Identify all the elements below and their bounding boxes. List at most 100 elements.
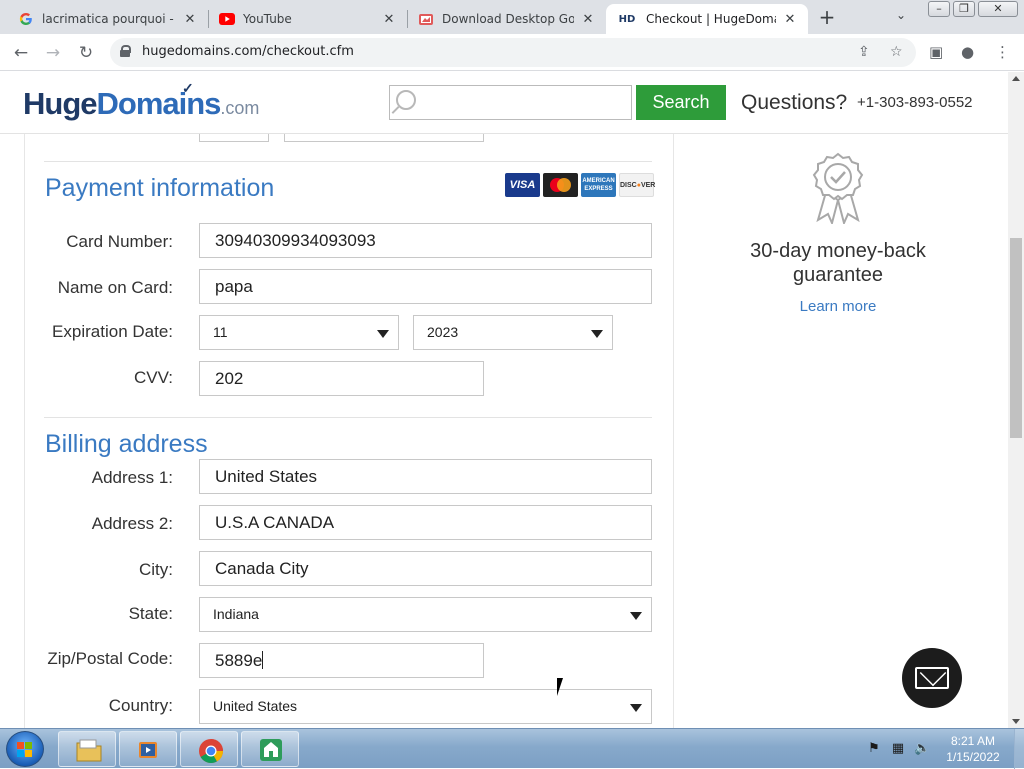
browser-toolbar: ← → ↻ hugedomains.com/checkout.cfm ⇪ ☆ ▣…: [0, 34, 1024, 71]
chevron-down-icon: [377, 330, 389, 338]
cvv-label: CVV:: [133, 368, 173, 387]
show-desktop-button[interactable]: [1014, 729, 1024, 769]
logo-huge: Huge: [23, 86, 97, 121]
exp-month-select[interactable]: 11: [199, 315, 399, 350]
network-icon[interactable]: ▦: [890, 741, 906, 757]
tab-google[interactable]: lacrimatica pourquoi - Go ✕: [8, 4, 208, 34]
action-center-flag-icon[interactable]: ⚑: [866, 741, 882, 757]
address2-label: Address 2:: [91, 514, 173, 533]
windows-logo-icon: [17, 742, 33, 758]
start-button[interactable]: [6, 731, 44, 767]
scroll-down-icon[interactable]: [1012, 719, 1020, 724]
logo-com: .com: [220, 98, 260, 118]
phone-number[interactable]: +1-303-893-0552: [857, 94, 973, 111]
zip-value: 5889e: [215, 651, 263, 670]
side-panel-icon[interactable]: ▣: [929, 43, 943, 61]
share-icon[interactable]: ⇪: [858, 44, 870, 60]
discover-card-icon: DISC●VER: [619, 173, 655, 197]
scroll-up-icon[interactable]: [1012, 76, 1020, 81]
page-scrollbar[interactable]: [1008, 72, 1024, 728]
state-label: State:: [128, 604, 173, 623]
goose-app-taskbar-button[interactable]: [241, 731, 299, 767]
state-select[interactable]: Indiana: [199, 597, 652, 632]
web-page: ✓ HugeDomains.com Search Questions? +1-3…: [0, 72, 1008, 728]
windows-taskbar: ⚑ ▦ 🔈 8:21 AM 1/15/2022: [0, 728, 1024, 769]
chevron-down-icon: [630, 612, 642, 620]
minimize-icon[interactable]: –: [928, 1, 950, 17]
payment-section-title: Payment information: [45, 174, 275, 202]
guarantee-line2: guarantee: [792, 264, 884, 286]
search-button[interactable]: Search: [636, 85, 726, 120]
expiration-date-label: Expiration Date:: [52, 322, 173, 341]
mastercard-card-icon: [543, 173, 578, 197]
chrome-icon: [198, 738, 223, 764]
back-icon[interactable]: ←: [9, 41, 33, 65]
media-player-icon: [137, 738, 161, 762]
city-label: City:: [139, 560, 173, 579]
new-tab-icon[interactable]: +: [816, 6, 838, 28]
amex-card-icon: AMERICAN EXPRESS: [581, 173, 616, 197]
country-select[interactable]: United States: [199, 689, 652, 724]
address-bar[interactable]: hugedomains.com/checkout.cfm ⇪ ☆: [110, 38, 916, 67]
address1-label: Address 1:: [91, 468, 173, 487]
goose-icon: [418, 11, 434, 27]
goose-app-icon: [259, 738, 283, 762]
address2-input[interactable]: U.S.A CANADA: [199, 505, 652, 540]
domain-search-input[interactable]: [389, 85, 632, 120]
scrollbar-thumb[interactable]: [1010, 238, 1022, 438]
zip-input[interactable]: 5889e: [199, 643, 484, 678]
guarantee-text: 30-day money-back guarantee: [675, 239, 1001, 287]
tab-checkout[interactable]: HD Checkout | HugeDomains ✕: [606, 4, 808, 34]
name-on-card-input[interactable]: papa: [199, 269, 652, 304]
card-number-label: Card Number:: [66, 232, 173, 251]
learn-more-link[interactable]: Learn more: [675, 298, 1001, 315]
profile-icon[interactable]: ●: [961, 43, 974, 61]
url-text: hugedomains.com/checkout.cfm: [142, 44, 354, 59]
logo-domains: Domains: [96, 86, 222, 121]
tab-title: lacrimatica pourquoi - Go: [42, 12, 176, 26]
city-input[interactable]: Canada City: [199, 551, 652, 586]
zip-label: Zip/Postal Code:: [47, 649, 173, 668]
exp-year-value: 2023: [427, 324, 459, 340]
close-tab-icon[interactable]: ✕: [381, 12, 397, 27]
guarantee-ribbon-icon: [810, 152, 866, 227]
hugedomains-logo[interactable]: ✓ HugeDomains.com: [23, 80, 260, 122]
tab-title: Download Desktop Goose: [442, 12, 574, 26]
cvv-input[interactable]: 202: [199, 361, 484, 396]
close-tab-icon[interactable]: ✕: [580, 12, 596, 27]
card-number-input[interactable]: 30940309934093093: [199, 223, 652, 258]
address1-input[interactable]: United States: [199, 459, 652, 494]
close-tab-icon[interactable]: ✕: [782, 12, 798, 27]
tab-title: Checkout | HugeDomains: [646, 12, 776, 26]
menu-dots-icon[interactable]: ⋮: [995, 43, 1010, 61]
chevron-down-icon: [630, 704, 642, 712]
logo-check-icon: ✓: [182, 80, 194, 96]
explorer-taskbar-button[interactable]: [58, 731, 116, 767]
country-label: Country:: [108, 696, 173, 715]
media-player-taskbar-button[interactable]: [119, 731, 177, 767]
site-header: ✓ HugeDomains.com Search Questions? +1-3…: [0, 72, 1008, 134]
country-value: United States: [213, 698, 298, 714]
tab-youtube[interactable]: YouTube ✕: [209, 4, 407, 34]
close-tab-icon[interactable]: ✕: [182, 12, 198, 27]
questions-label: Questions?: [741, 91, 848, 114]
exp-year-select[interactable]: 2023: [413, 315, 613, 350]
bookmark-star-icon[interactable]: ☆: [890, 44, 903, 60]
exp-month-value: 11: [213, 324, 228, 340]
hd-icon: HD: [618, 13, 636, 25]
clock-time[interactable]: 8:21 AM: [935, 734, 1011, 748]
restore-icon[interactable]: ❐: [953, 1, 975, 17]
close-window-icon[interactable]: ✕: [978, 1, 1018, 17]
chat-button[interactable]: [902, 648, 962, 708]
lock-icon: [120, 45, 131, 57]
text-caret: [262, 651, 264, 669]
tab-search-icon[interactable]: ⌄: [896, 8, 906, 22]
search-icon: [396, 90, 416, 110]
clock-date[interactable]: 1/15/2022: [935, 750, 1011, 764]
forward-icon[interactable]: →: [41, 41, 65, 65]
billing-section-title: Billing address: [45, 430, 208, 458]
volume-icon[interactable]: 🔈: [914, 741, 930, 757]
chrome-taskbar-button[interactable]: [180, 731, 238, 767]
tab-desktop-goose[interactable]: Download Desktop Goose ✕: [408, 4, 606, 34]
reload-icon[interactable]: ↻: [74, 41, 98, 65]
